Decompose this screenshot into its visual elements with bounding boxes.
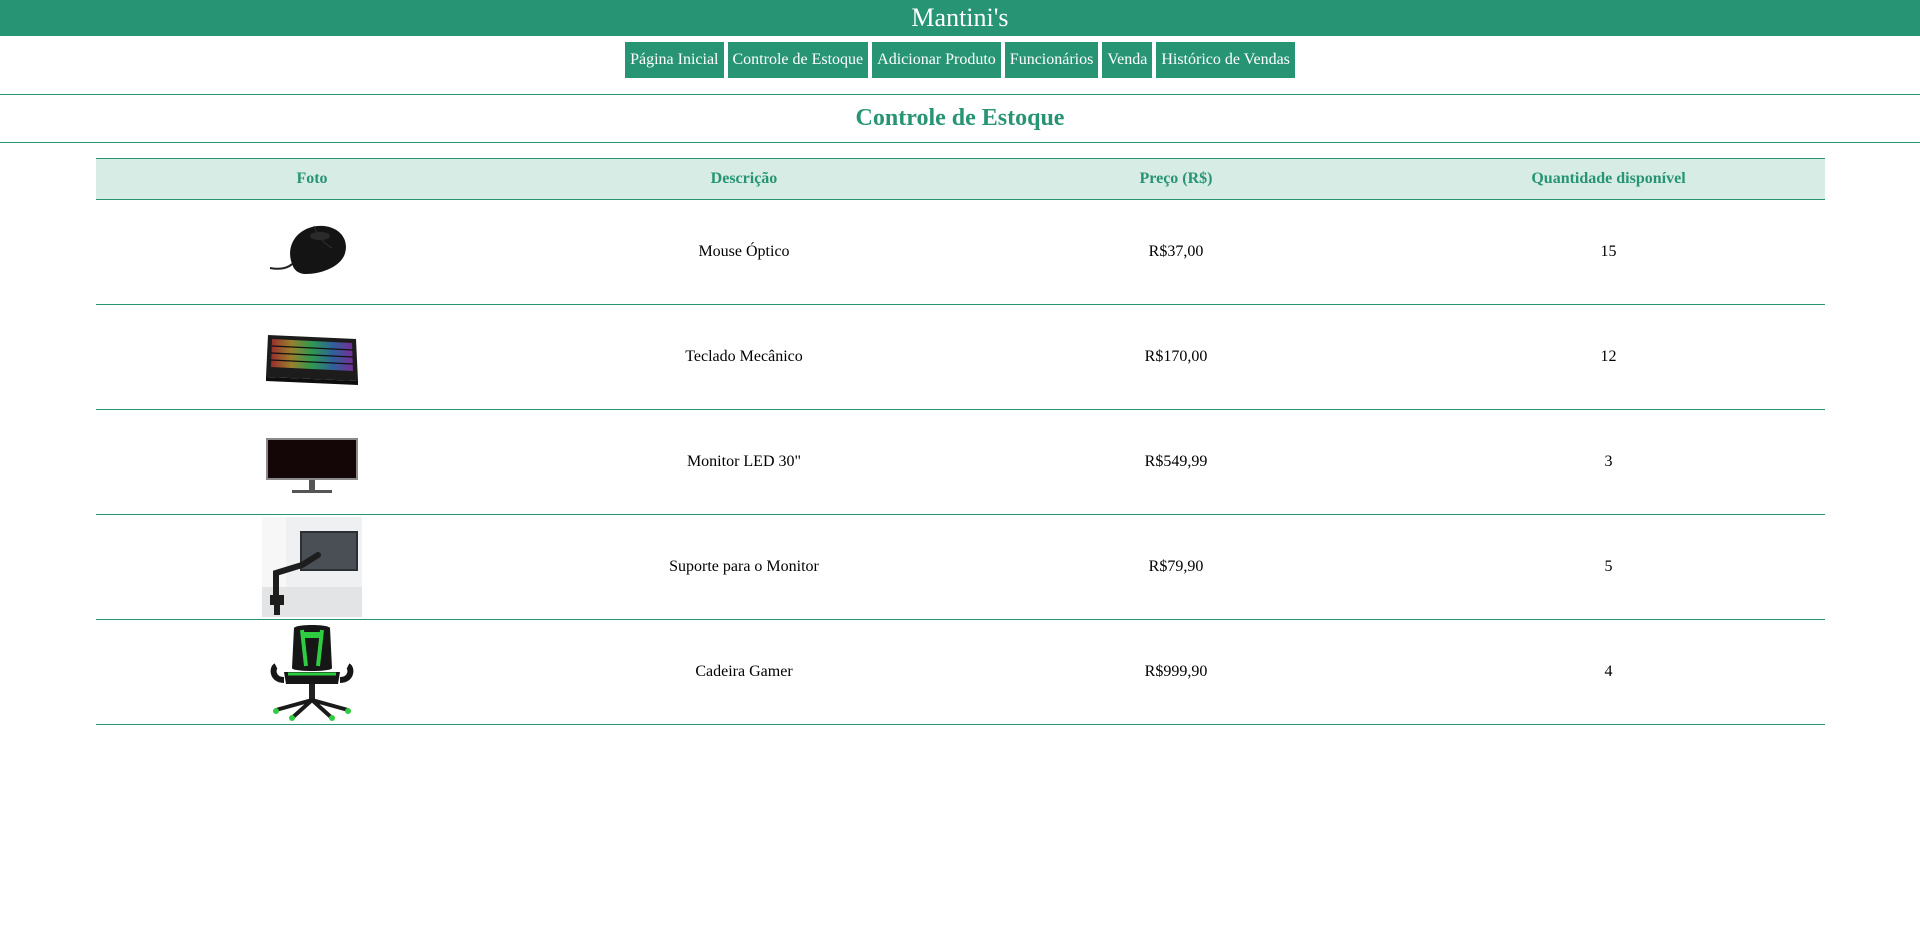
photo-cell xyxy=(96,199,528,305)
mouse-icon xyxy=(269,225,346,274)
description-cell: Teclado Mecânico xyxy=(528,304,960,410)
nav-item-adicionar-produto[interactable]: Adicionar Produto xyxy=(872,42,1001,78)
app-title: Mantini's xyxy=(911,3,1009,32)
monitor-arm-icon xyxy=(262,517,362,617)
table-row: Suporte para o Monitor R$79,90 5 xyxy=(96,514,1825,620)
divider-bottom xyxy=(0,142,1920,143)
description-cell: Mouse Óptico xyxy=(528,199,960,305)
nav-item-venda[interactable]: Venda xyxy=(1102,42,1153,78)
quantity-cell: 12 xyxy=(1392,304,1825,410)
price-cell: R$999,90 xyxy=(960,619,1392,725)
nav-item-historico-de-vendas[interactable]: Histórico de Vendas xyxy=(1156,42,1295,78)
table-row: Teclado Mecânico R$170,00 12 xyxy=(96,304,1825,410)
column-header-quantidade: Quantidade disponível xyxy=(1392,158,1825,200)
quantity-cell: 3 xyxy=(1392,409,1825,515)
app-header: Mantini's xyxy=(0,0,1920,36)
photo-cell xyxy=(96,619,528,725)
quantity-cell: 4 xyxy=(1392,619,1825,725)
nav-item-controle-de-estoque[interactable]: Controle de Estoque xyxy=(727,42,869,78)
monitor-icon xyxy=(266,438,358,493)
column-header-descricao: Descrição xyxy=(528,158,960,200)
nav-item-funcionarios[interactable]: Funcionários xyxy=(1004,42,1099,78)
price-cell: R$170,00 xyxy=(960,304,1392,410)
photo-cell xyxy=(96,409,528,515)
page-title: Controle de Estoque xyxy=(855,105,1065,131)
description-cell: Monitor LED 30" xyxy=(528,409,960,515)
photo-cell xyxy=(96,304,528,410)
keyboard-icon xyxy=(266,335,358,385)
table-header-row: Foto Descrição Preço (R$) Quantidade dis… xyxy=(96,158,1825,200)
table-row: Cadeira Gamer R$999,90 4 xyxy=(96,619,1825,725)
quantity-cell: 5 xyxy=(1392,514,1825,620)
price-cell: R$37,00 xyxy=(960,199,1392,305)
description-cell: Cadeira Gamer xyxy=(528,619,960,725)
quantity-cell: 15 xyxy=(1392,199,1825,305)
table-row: Mouse Óptico R$37,00 15 xyxy=(96,199,1825,305)
price-cell: R$79,90 xyxy=(960,514,1392,620)
gaming-chair-icon xyxy=(270,625,354,721)
table-row: Monitor LED 30" R$549,99 3 xyxy=(96,409,1825,515)
stock-table: Foto Descrição Preço (R$) Quantidade dis… xyxy=(96,158,1825,725)
column-header-preco: Preço (R$) xyxy=(960,158,1392,200)
nav-item-pagina-inicial[interactable]: Página Inicial xyxy=(625,42,724,78)
photo-cell xyxy=(96,514,528,620)
main-nav: Página Inicial Controle de Estoque Adici… xyxy=(0,36,1920,94)
column-header-foto: Foto xyxy=(96,158,528,200)
price-cell: R$549,99 xyxy=(960,409,1392,515)
description-cell: Suporte para o Monitor xyxy=(528,514,960,620)
